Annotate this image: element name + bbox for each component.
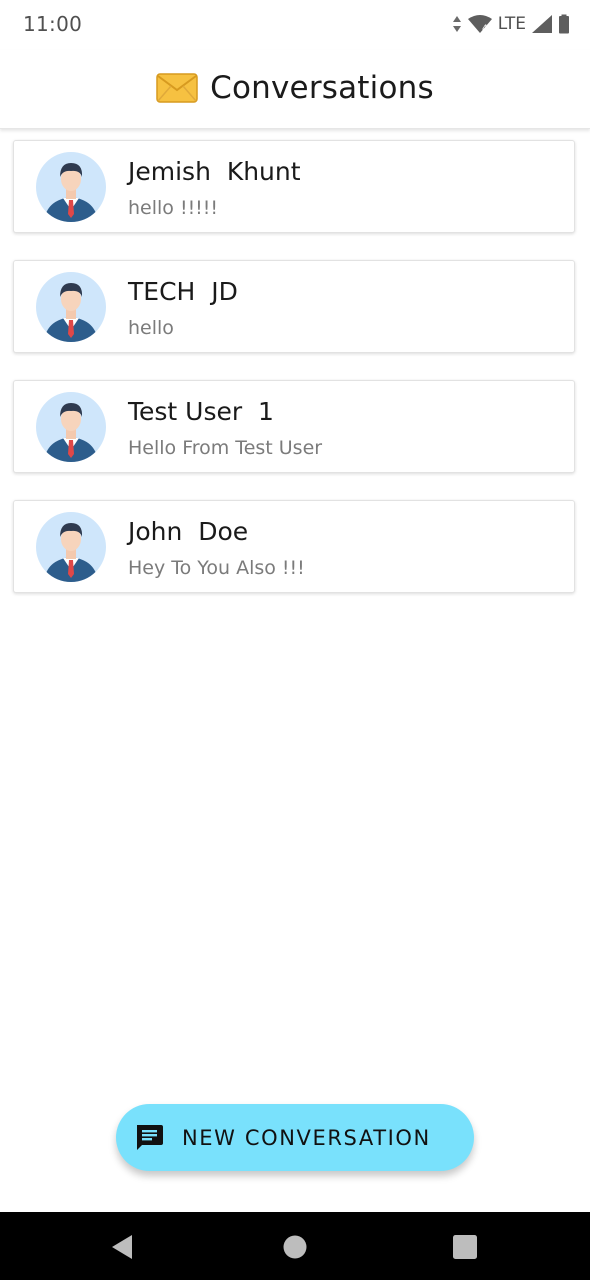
- envelope-icon: [156, 73, 198, 103]
- signal-icon: [532, 15, 552, 33]
- svg-text:4: 4: [482, 24, 488, 34]
- user-avatar-icon: [36, 272, 106, 342]
- conversation-preview: Hey To You Also !!!: [128, 557, 305, 579]
- user-avatar-icon: [36, 392, 106, 462]
- conversation-preview: hello !!!!!: [128, 197, 219, 219]
- user-avatar-icon: [36, 512, 106, 582]
- wifi-icon: 4: [467, 15, 492, 34]
- status-bar: 11:00 4 LTE: [0, 0, 590, 50]
- conversation-preview: Hello From Test User: [128, 437, 323, 459]
- header-title-group: Conversations: [0, 70, 590, 106]
- conversation-name: John Doe: [128, 517, 249, 546]
- user-avatar-icon: [36, 152, 106, 222]
- back-icon[interactable]: [108, 1232, 138, 1262]
- system-nav-bar: [0, 1212, 590, 1280]
- battery-icon: [559, 14, 569, 34]
- conversation-preview: hello: [128, 317, 174, 339]
- page-title: Conversations: [210, 70, 434, 106]
- network-type: LTE: [497, 14, 526, 34]
- status-time: 11:00: [23, 12, 83, 36]
- status-icons: 4 LTE: [452, 12, 570, 36]
- conversation-item[interactable]: John Doe Hey To You Also !!!: [13, 500, 575, 593]
- home-icon[interactable]: [280, 1232, 310, 1262]
- new-conversation-button[interactable]: NEW CONVERSATION: [116, 1104, 474, 1171]
- conversation-item[interactable]: Test User 1 Hello From Test User: [13, 380, 575, 473]
- conversation-name: TECH JD: [128, 277, 238, 306]
- conversation-name: Test User 1: [128, 397, 274, 426]
- app-bar: Conversations: [0, 50, 590, 129]
- conversation-item[interactable]: TECH JD hello: [13, 260, 575, 353]
- conversation-item[interactable]: Jemish Khunt hello !!!!!: [13, 140, 575, 233]
- chat-icon: [137, 1124, 163, 1150]
- data-arrows-icon: [452, 16, 461, 32]
- new-conversation-label: NEW CONVERSATION: [182, 1125, 431, 1150]
- recents-icon[interactable]: [450, 1232, 480, 1262]
- conversation-name: Jemish Khunt: [128, 157, 301, 186]
- conversation-list: Jemish Khunt hello !!!!! TECH JD hello T…: [13, 140, 577, 620]
